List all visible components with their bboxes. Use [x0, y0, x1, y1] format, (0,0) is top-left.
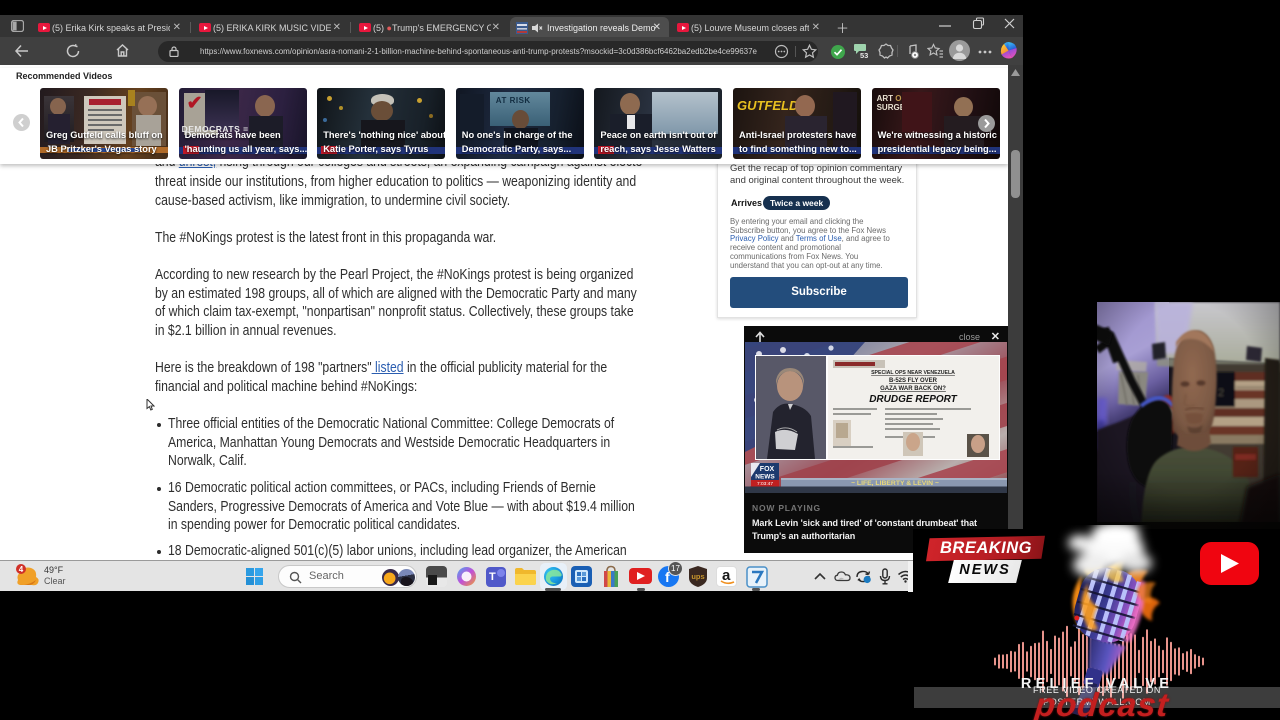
- svg-text:NEWS: NEWS: [755, 473, 775, 480]
- svg-text:4: 4: [19, 565, 24, 574]
- svg-text:DRUDGE REPORT: DRUDGE REPORT: [869, 394, 957, 405]
- svg-text:ups: ups: [691, 572, 704, 581]
- svg-text:SPECIAL OPS NEAR VENEZUELA: SPECIAL OPS NEAR VENEZUELA: [871, 370, 955, 376]
- svg-text:FOX: FOX: [760, 466, 775, 473]
- svg-text:B-52S FLY OVER: B-52S FLY OVER: [889, 378, 938, 384]
- svg-text:GAZA WAR BACK ON?: GAZA WAR BACK ON?: [880, 386, 946, 392]
- svg-text:~ LIFE, LIBERTY & LEVIN ~: ~ LIFE, LIBERTY & LEVIN ~: [851, 479, 939, 486]
- svg-text:7:03:47: 7:03:47: [757, 481, 773, 487]
